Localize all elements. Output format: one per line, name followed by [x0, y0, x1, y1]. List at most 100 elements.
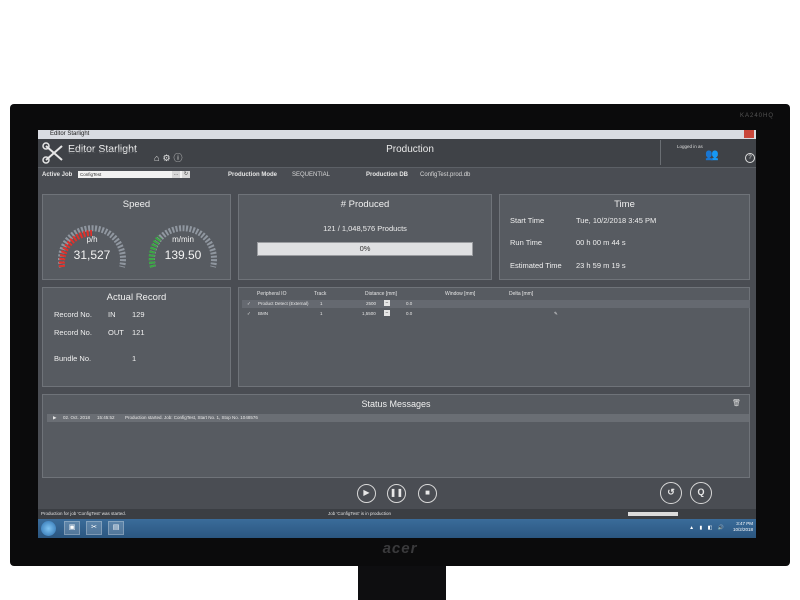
speed-panel: Speed p/h 31,527 m/min 139.50 [42, 194, 231, 280]
progress-label: 0% [359, 244, 371, 253]
production-db-value: ConfigTest.prod.db [420, 172, 471, 178]
folder-icon: ▣ [68, 524, 76, 531]
job-reload-button[interactable]: ↻ [182, 171, 190, 178]
user-icon[interactable]: 👥 [705, 148, 719, 161]
column-header: Track [314, 291, 327, 297]
app-logo: Editor Starlight Editor Starlight [40, 140, 150, 165]
row-window: 0.0 [406, 301, 413, 306]
tray-clock[interactable]: 3:47 PM 10/2/2018 [733, 521, 753, 533]
time-panel: Time Start Time Tue, 10/2/2018 3:45 PM R… [499, 194, 750, 280]
actual-record-title: Actual Record [106, 292, 167, 303]
pause-icon: ❚❚ [389, 488, 404, 497]
files-icon: ▤ [112, 524, 120, 531]
clock-date: 10/2/2018 [732, 527, 753, 532]
scissors-icon: ✂ [91, 524, 97, 531]
taskbar-app-starlight[interactable]: ✂ [86, 521, 102, 535]
app-header: Editor Starlight Editor Starlight ⌂⚙ⓘ Pr… [38, 139, 756, 168]
window-title: Editor Starlight [50, 131, 90, 137]
record-sub: OUT [108, 328, 124, 337]
taskbar-app-files[interactable]: ▤ [108, 521, 124, 535]
user-area[interactable]: Logged in as 👥 [660, 140, 736, 165]
scissors-logo-icon [42, 142, 63, 164]
peripheral-io-panel: Peripheral IO Track Distance [mm] Window… [238, 287, 750, 387]
gauge-mmin-unit: m/min [172, 235, 194, 244]
gauge-pph-value: 31,527 [73, 248, 111, 262]
stop-button[interactable]: ■ [418, 484, 437, 503]
row-track: 1 [320, 301, 323, 306]
window-titlebar: Editor Starlight [38, 130, 756, 139]
reset-icon: ↺ [667, 487, 675, 497]
record-label: Record No. [54, 310, 92, 319]
job-bar: Active Job … ↻ Production Mode SEQUENTIA… [38, 168, 756, 182]
production-mode-value: SEQUENTIAL [292, 172, 331, 178]
table-row[interactable]: ✓ BMN 1 1,5500 +− 0.0 ✎ [242, 310, 750, 318]
row-distance: 1,5500 [362, 311, 376, 316]
monitor-stand [358, 566, 446, 600]
actual-record-panel: Actual Record Record No. IN 129 Record N… [42, 287, 231, 387]
row-check[interactable]: ✓ [247, 310, 251, 318]
row-window: 0.0 [406, 311, 413, 316]
time-title: Time [614, 199, 635, 210]
screen: Editor Starlight Editor Starlight Editor… [38, 130, 756, 538]
minus-button[interactable]: − [384, 310, 390, 316]
stop-icon: ■ [425, 488, 430, 497]
record-sub: IN [108, 310, 116, 319]
job-dropdown-button[interactable]: … [172, 171, 180, 178]
production-mode-label: Production Mode [228, 172, 277, 178]
column-header: Delta [mm] [509, 291, 534, 297]
time-label: Estimated Time [510, 261, 562, 270]
taskbar: ▣ ✂ ▤ ▲ ▮ ◧ 🔊 3:47 PM 10/2/2018 [38, 519, 756, 538]
tray-icons[interactable]: ▲ ▮ ◧ 🔊 [689, 525, 726, 531]
info-icon[interactable]: ⓘ [174, 153, 186, 163]
play-icon: ▶ [363, 488, 370, 497]
time-label: Start Time [510, 216, 545, 225]
play-button[interactable]: ▶ [357, 484, 376, 503]
production-progress-bar: 0% [257, 242, 473, 256]
edit-icon[interactable]: ✎ [554, 310, 558, 318]
column-header: Distance [mm] [365, 291, 397, 297]
record-value: 1 [132, 354, 137, 363]
gauge-pph-unit: p/h [86, 235, 98, 244]
page-title: Production [386, 144, 434, 155]
trash-icon[interactable]: 🗑 [732, 399, 741, 407]
pause-button[interactable]: ❚❚ [387, 484, 406, 503]
window-close-button[interactable] [744, 130, 754, 138]
search-button[interactable]: Q [690, 482, 712, 504]
time-value: 00 h 00 m 44 s [576, 238, 626, 247]
taskbar-app-explorer[interactable]: ▣ [64, 521, 80, 535]
gear-icon[interactable]: ⚙ [162, 153, 173, 163]
row-name: Product Detect (External) [258, 301, 309, 306]
start-button[interactable] [41, 521, 56, 536]
status-bar-left: Production for job 'ConfigTest' was star… [41, 511, 127, 516]
message-text: Production started. Job: ConfigTest, Sta… [125, 415, 258, 420]
time-value: 23 h 59 m 19 s [576, 261, 626, 270]
table-row[interactable]: ✓ Product Detect (External) 1 2500 +− 0.… [242, 300, 750, 308]
record-label: Bundle No. [54, 354, 92, 363]
record-label: Record No. [54, 328, 92, 337]
minus-button[interactable]: − [384, 300, 390, 306]
status-message-row[interactable]: ▶ 02. Oct. 2018 15:45:52 Production star… [47, 414, 749, 422]
time-label: Run Time [510, 238, 543, 247]
produced-count: 121 / 1,048,576 Products [323, 224, 407, 233]
production-db-label: Production DB [366, 172, 408, 178]
message-date: 02. Oct. 2018 [63, 415, 91, 420]
row-name: BMN [258, 311, 268, 316]
monitor-model-label: KA240HQ [739, 113, 774, 119]
status-progress-bar [628, 512, 678, 516]
row-check[interactable]: ✓ [247, 300, 251, 308]
status-messages-title: Status Messages [361, 399, 431, 409]
produced-title: # Produced [340, 199, 390, 210]
gauge-mmin-value: 139.50 [164, 248, 202, 262]
column-header: Peripheral IO [257, 291, 287, 297]
logged-in-label: Logged in as [677, 144, 703, 149]
reset-button[interactable]: ↺ [660, 482, 682, 504]
status-bar: Production for job 'ConfigTest' was star… [38, 509, 756, 519]
column-header: Window [mm] [445, 291, 476, 297]
row-distance: 2500 [366, 301, 377, 306]
search-icon: Q [697, 487, 705, 497]
active-job-label: Active Job [42, 172, 73, 178]
produced-panel: # Produced 121 / 1,048,576 Products 0% [238, 194, 492, 280]
status-messages-panel: Status Messages 🗑 ▶ 02. Oct. 2018 15:45:… [42, 394, 750, 478]
help-icon[interactable]: ? [745, 153, 755, 163]
expand-icon[interactable]: ▶ [53, 414, 56, 422]
